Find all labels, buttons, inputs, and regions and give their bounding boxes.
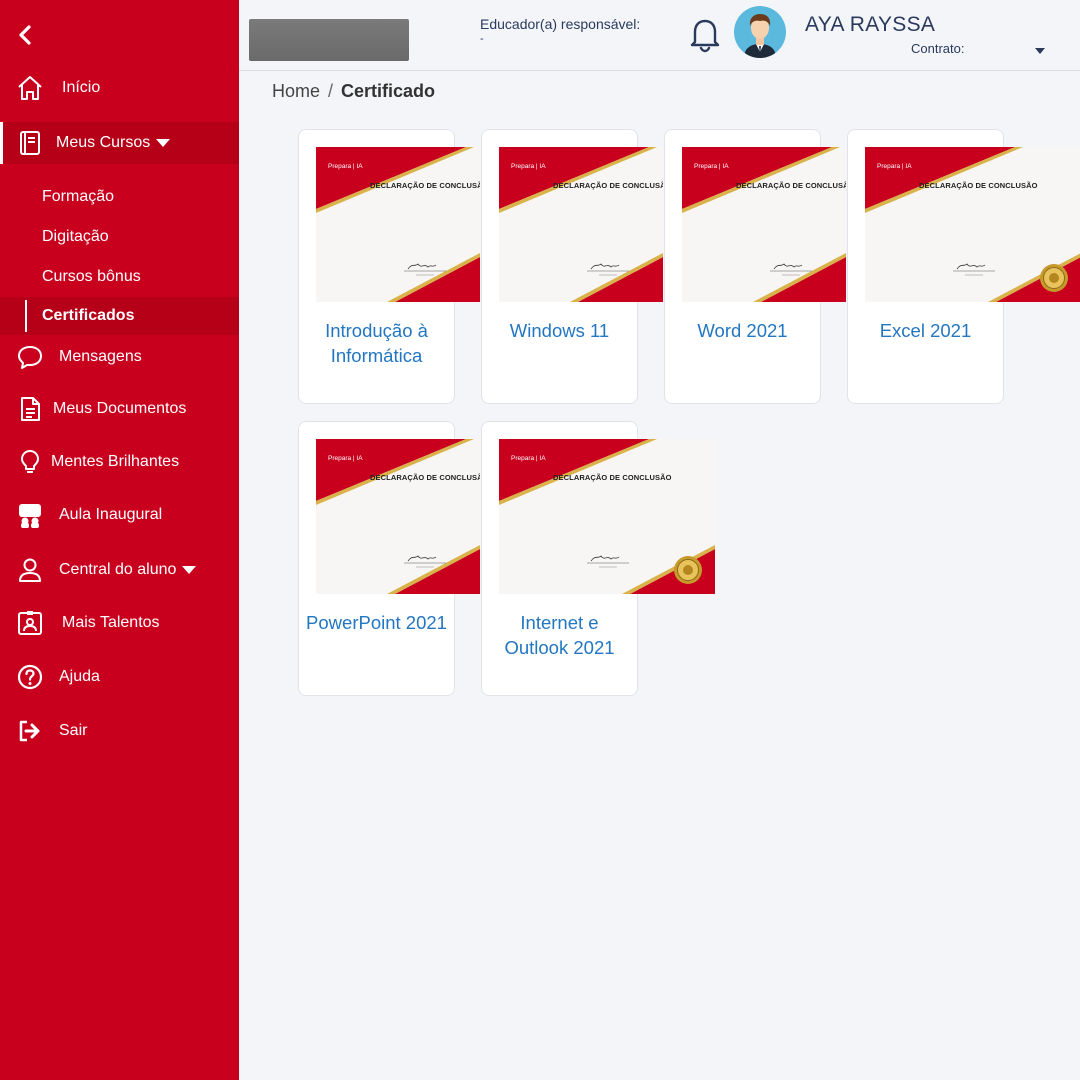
notification-bell-button[interactable] — [688, 15, 722, 53]
certificate-title-link[interactable]: Windows 11 — [482, 318, 637, 343]
sidebar-item-mentes-brilhantes[interactable]: Mentes Brilhantes — [0, 441, 239, 483]
sidebar-item-label: Mensagens — [59, 348, 142, 365]
contract-dropdown-caret-icon[interactable] — [1035, 48, 1045, 54]
sidebar-item-inicio[interactable]: Início — [0, 67, 239, 109]
educator-value: - — [480, 33, 484, 45]
certificate-title-link[interactable]: Word 2021 — [665, 318, 820, 343]
breadcrumb-home-link[interactable]: Home — [272, 81, 320, 101]
book-icon — [16, 129, 44, 157]
certificate-thumbnail: Prepara | IA DECLARAÇÃO DE CONCLUSÃO — [682, 147, 846, 302]
certificate-thumbnail: Prepara | IA DECLARAÇÃO DE CONCLUSÃO — [316, 147, 480, 302]
certificate-heading: DECLARAÇÃO DE CONCLUSÃO — [919, 181, 1038, 190]
certificate-thumbnail: Prepara | IA DECLARAÇÃO DE CONCLUSÃO — [499, 439, 715, 594]
sidebar-item-central-do-aluno[interactable]: Central do aluno — [0, 549, 239, 591]
certificate-card[interactable]: Prepara | IA DECLARAÇÃO DE CONCLUSÃO Intro… — [298, 129, 480, 404]
sidebar-item-mensagens[interactable]: Mensagens — [0, 336, 239, 378]
logo-placeholder — [249, 19, 409, 61]
certificate-brand: Prepara | IA — [511, 455, 546, 462]
certificate-card[interactable]: Prepara | IA DECLARAÇÃO DE CONCLUSÃO Word … — [664, 129, 846, 404]
certificate-heading: DECLARAÇÃO DE CONCLUSÃO — [553, 181, 663, 190]
lightbulb-icon — [16, 448, 44, 476]
sidebar-item-mais-talentos[interactable]: Mais Talentos — [0, 602, 239, 644]
sidebar: Início Meus Cursos Formação Digitação Cu… — [0, 0, 239, 1080]
sidebar-item-label: Ajuda — [59, 668, 100, 685]
sidebar-subitem-cursos-bonus[interactable]: Cursos bônus — [0, 258, 239, 296]
certificate-title-link[interactable]: Introdução à Informática — [299, 318, 454, 368]
contract-label: Contrato: — [911, 41, 965, 56]
certificate-heading: DECLARAÇÃO DE CONCLUSÃO — [370, 181, 480, 190]
certificate-thumbnail: Prepara | IA DECLARAÇÃO DE CONCLUSÃO — [499, 147, 663, 302]
sidebar-subitem-label: Certificados — [42, 307, 135, 324]
certificate-thumbnail: Prepara | IA DECLARAÇÃO DE CONCLUSÃO — [865, 147, 1080, 302]
sidebar-item-sair[interactable]: Sair — [0, 710, 239, 752]
sidebar-item-label: Mais Talentos — [62, 614, 160, 631]
bell-icon — [690, 19, 720, 53]
certificate-card[interactable]: Prepara | IA DECLARAÇÃO DE CONCLUSÃO Excel… — [847, 129, 1080, 404]
certificate-heading: DECLARAÇÃO DE CONCLUSÃO — [370, 473, 480, 482]
certificate-brand: Prepara | IA — [694, 163, 729, 170]
sidebar-item-label-wrap: Meus Cursos — [56, 134, 171, 152]
id-badge-icon — [16, 609, 44, 637]
certificate-brand: Prepara | IA — [328, 163, 363, 170]
logout-icon — [16, 717, 44, 745]
sidebar-item-ajuda[interactable]: Ajuda — [0, 656, 239, 698]
chat-icon — [16, 343, 44, 371]
certificate-card[interactable]: Prepara | IA DECLARAÇÃO DE CONCLUSÃO Inter… — [481, 421, 715, 696]
sidebar-item-label: Meus Documentos — [53, 400, 187, 417]
avatar[interactable] — [734, 6, 786, 58]
breadcrumb: Home / Certificado — [272, 81, 435, 102]
certificate-card[interactable]: Prepara | IA DECLARAÇÃO DE CONCLUSÃO Windo… — [481, 129, 663, 404]
certificate-brand: Prepara | IA — [511, 163, 546, 170]
sidebar-item-label-wrap: Central do aluno — [59, 561, 197, 579]
presentation-icon — [16, 501, 44, 529]
user-avatar-icon — [744, 14, 776, 58]
certificate-thumbnail: Prepara | IA DECLARAÇÃO DE CONCLUSÃO — [316, 439, 480, 594]
certificate-heading: DECLARAÇÃO DE CONCLUSÃO — [736, 181, 846, 190]
sidebar-subitem-certificados[interactable]: Certificados — [0, 297, 239, 335]
certificate-card[interactable]: Prepara | IA DECLARAÇÃO DE CONCLUSÃO Power… — [298, 421, 480, 696]
sidebar-subitem-digitacao[interactable]: Digitação — [0, 218, 239, 256]
home-icon — [16, 74, 44, 102]
educator-label: Educador(a) responsável: — [480, 16, 641, 32]
breadcrumb-separator: / — [328, 81, 334, 101]
sidebar-item-meus-cursos[interactable]: Meus Cursos — [0, 122, 239, 164]
document-icon — [16, 395, 44, 423]
caret-down-icon — [182, 565, 197, 574]
sidebar-subitem-formacao[interactable]: Formação — [0, 178, 239, 216]
sidebar-subitem-label: Cursos bônus — [42, 268, 141, 285]
sidebar-item-label: Central do aluno — [59, 561, 177, 578]
back-button[interactable] — [14, 22, 36, 48]
user-name: AYA RAYSSA — [805, 13, 936, 36]
sidebar-item-aula-inaugural[interactable]: Aula Inaugural — [0, 494, 239, 536]
certificate-title-link[interactable]: Internet e Outlook 2021 — [482, 610, 637, 660]
user-icon — [16, 556, 44, 584]
caret-down-icon — [156, 138, 171, 147]
certificate-title-link[interactable]: PowerPoint 2021 — [299, 610, 454, 635]
certificate-title-link[interactable]: Excel 2021 — [848, 318, 1003, 343]
sidebar-item-label: Aula Inaugural — [59, 506, 163, 523]
certificate-brand: Prepara | IA — [328, 455, 363, 462]
sidebar-item-label: Início — [62, 79, 101, 96]
header: Educador(a) responsável: - AYA RAYSSA Co… — [239, 0, 1080, 71]
help-icon — [16, 663, 44, 691]
sidebar-subitem-label: Digitação — [42, 228, 109, 245]
sidebar-item-label: Sair — [59, 722, 88, 739]
chevron-left-icon — [19, 25, 31, 45]
sidebar-item-label: Meus Cursos — [56, 134, 151, 151]
sidebar-subitem-label: Formação — [42, 188, 115, 205]
certificate-heading: DECLARAÇÃO DE CONCLUSÃO — [553, 473, 672, 482]
sidebar-item-meus-documentos[interactable]: Meus Documentos — [0, 388, 239, 430]
certificate-brand: Prepara | IA — [877, 163, 912, 170]
breadcrumb-current: Certificado — [341, 81, 436, 101]
sidebar-item-label: Mentes Brilhantes — [51, 453, 180, 470]
